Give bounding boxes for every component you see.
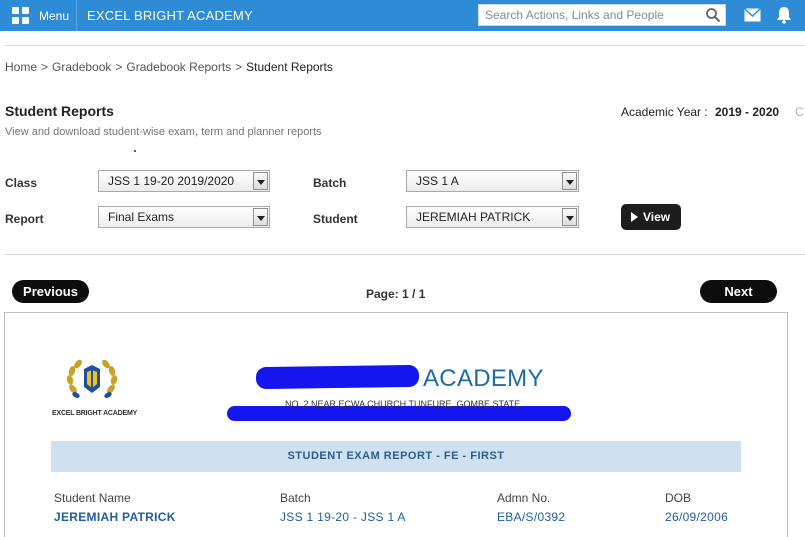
batch-select-value: JSS 1 A — [416, 174, 459, 188]
report-label: Report — [5, 212, 44, 226]
breadcrumb-gradebook[interactable]: Gradebook — [52, 60, 111, 74]
breadcrumb-current: Student Reports — [246, 60, 333, 74]
academic-year-change-link[interactable]: C — [795, 105, 804, 119]
organization-name[interactable]: EXCEL BRIGHT ACADEMY — [87, 8, 253, 23]
search-icon[interactable] — [705, 7, 721, 23]
menu-label: Menu — [39, 9, 70, 23]
dob-label: DOB — [665, 491, 692, 505]
chevron-down-icon[interactable] — [253, 208, 268, 226]
academic-year-label: Academic Year : — [621, 105, 708, 119]
school-name: ACADEMY — [423, 365, 544, 392]
breadcrumb-gradebook-reports[interactable]: Gradebook Reports — [126, 60, 231, 74]
filters-divider — [5, 254, 805, 255]
page-subtitle: View and download student-wise exam, ter… — [5, 126, 322, 138]
batch-label: Batch — [313, 176, 347, 190]
report-select[interactable]: Final Exams — [98, 206, 270, 228]
previous-button[interactable]: Previous — [12, 280, 89, 303]
breadcrumb-home[interactable]: Home — [5, 60, 37, 74]
chevron-down-icon[interactable] — [253, 172, 268, 190]
breadcrumb-separator: > — [235, 60, 243, 74]
view-button-label: View — [643, 210, 671, 224]
admission-number-value: EBA/S/0392 — [497, 510, 566, 524]
stray-dot — [134, 150, 136, 152]
student-name-label: Student Name — [54, 491, 131, 505]
student-select[interactable]: JEREMIAH PATRICK — [406, 206, 579, 228]
next-button[interactable]: Next — [700, 280, 777, 303]
report-select-value: Final Exams — [108, 210, 175, 224]
mail-icon[interactable] — [744, 8, 761, 22]
breadcrumb: Home > Gradebook > Gradebook Reports > Student… — [5, 60, 333, 74]
student-select-value: JEREMIAH PATRICK — [416, 210, 531, 224]
student-name-value: JEREMIAH PATRICK — [54, 510, 176, 524]
student-label: Student — [313, 212, 358, 226]
dob-value: 26/09/2006 — [665, 510, 729, 524]
menu-grid-icon — [12, 7, 29, 24]
class-select-value: JSS 1 19-20 2019/2020 — [108, 174, 235, 188]
breadcrumb-separator: > — [41, 60, 49, 74]
breadcrumb-separator: > — [115, 60, 123, 74]
batch-select[interactable]: JSS 1 A — [406, 170, 579, 192]
chevron-down-icon[interactable] — [562, 172, 577, 190]
search-input[interactable] — [479, 5, 703, 25]
top-navigation-bar: Menu EXCEL BRIGHT ACADEMY — [0, 0, 805, 31]
redaction-mark — [255, 364, 420, 390]
header-divider — [5, 45, 805, 46]
chevron-down-icon[interactable] — [562, 208, 577, 226]
batch-field-label: Batch — [280, 491, 311, 505]
menu-button[interactable]: Menu — [0, 0, 77, 31]
global-search[interactable] — [478, 4, 726, 26]
school-logo-caption: EXCEL BRIGHT ACADEMY — [52, 410, 138, 417]
page-indicator: Page: 1 / 1 — [366, 287, 426, 301]
view-button[interactable]: View — [621, 204, 681, 230]
school-address: NO. 2 NEAR ECWA CHURCH TUNFURE, GOMBE ST… — [285, 399, 521, 409]
bell-icon[interactable] — [776, 6, 792, 24]
school-logo-icon — [66, 359, 118, 398]
class-select[interactable]: JSS 1 19-20 2019/2020 — [98, 170, 270, 192]
play-icon — [631, 212, 638, 222]
batch-field-value: JSS 1 19-20 - JSS 1 A — [280, 510, 406, 524]
class-label: Class — [5, 176, 38, 190]
admission-number-label: Admn No. — [497, 491, 551, 505]
report-banner: STUDENT EXAM REPORT - FE - FIRST — [51, 441, 741, 472]
academic-year-value: 2019 - 2020 — [715, 105, 780, 119]
page-title: Student Reports — [5, 103, 114, 119]
